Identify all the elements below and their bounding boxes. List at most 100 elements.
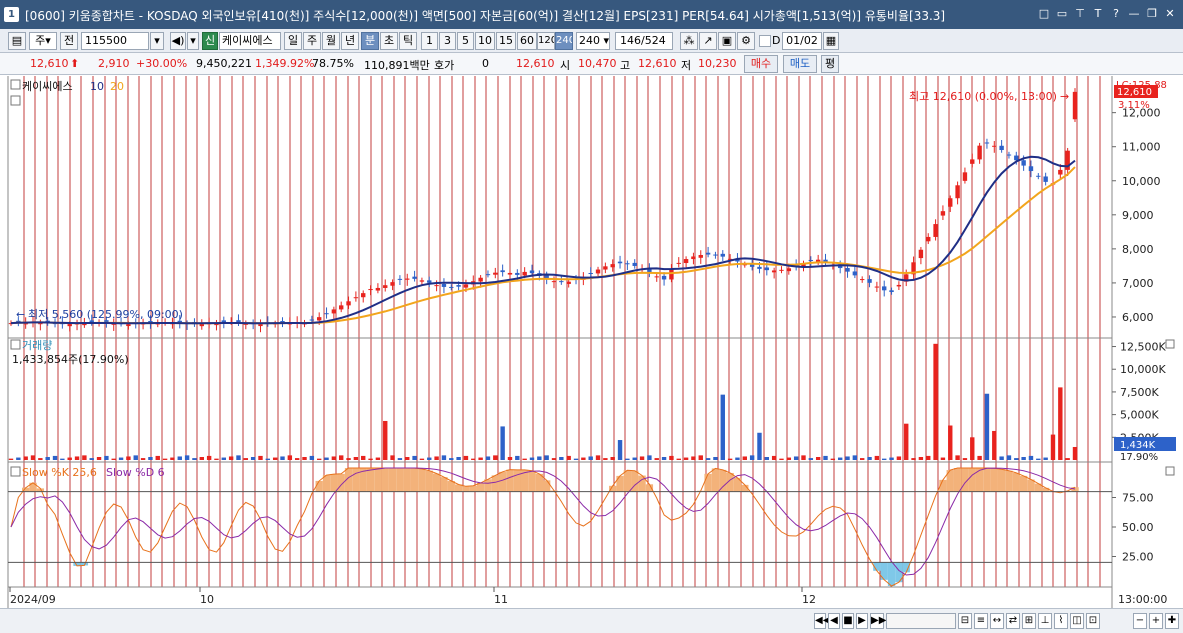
tab-tick[interactable]: 틱 (399, 32, 417, 50)
candle-body (808, 259, 814, 261)
overbought-fill (388, 468, 397, 492)
candle-body (764, 267, 770, 271)
split-icon[interactable]: ▭ (1055, 6, 1069, 22)
volume-bar (331, 456, 337, 460)
pin-icon[interactable]: ⊤ (1073, 6, 1087, 22)
candle-body (500, 270, 505, 273)
y-tick-label: 8,000 (1122, 243, 1154, 256)
volume-bar (52, 455, 58, 460)
crosshair-icon[interactable]: ✚ (1165, 613, 1179, 629)
volume-bar (485, 456, 491, 460)
compare-icon[interactable]: ⇄ (1006, 613, 1020, 629)
volume-bar (67, 457, 72, 460)
lock-icon[interactable]: ⊡ (1086, 613, 1100, 629)
volume-bar (845, 456, 850, 460)
up-arrow-icon: ⬆ (70, 57, 80, 70)
scroll-prev-button[interactable]: ◀ (828, 613, 840, 629)
volume-pane-icon[interactable] (10, 339, 21, 350)
tab-month[interactable]: 월 (322, 32, 340, 50)
tab-minute[interactable]: 분 (361, 32, 379, 50)
calendar-icon[interactable]: ▦ (823, 32, 839, 50)
interval-select[interactable]: 240 ▾ (576, 32, 610, 50)
interval-1[interactable]: 1 (421, 32, 438, 50)
overbought-fill (704, 473, 712, 492)
candle-body (1028, 166, 1034, 172)
all-button[interactable]: 전 (60, 32, 78, 50)
stoch-k-legend: Slow %K 25,6 (22, 466, 97, 479)
tab-year[interactable]: 년 (341, 32, 359, 50)
candle-body (786, 268, 792, 272)
volume-bar (837, 457, 843, 460)
date-input[interactable]: 01/02 (782, 32, 822, 50)
layout-icon[interactable]: ◫ (1070, 613, 1084, 629)
zoom-slider[interactable] (886, 613, 956, 629)
expand-icon[interactable]: ↔ (990, 613, 1004, 629)
candle-body (368, 289, 373, 291)
grid-icon[interactable]: ⁂ (680, 32, 698, 50)
zoom-in-button[interactable]: + (1149, 613, 1163, 629)
fit-icon[interactable]: ⊟ (958, 613, 972, 629)
sell-button[interactable]: 매도 (783, 55, 817, 73)
search-icon[interactable]: ▾ (187, 32, 199, 50)
new-stock-badge[interactable]: 신 (202, 32, 218, 50)
interval-5[interactable]: 5 (457, 32, 474, 50)
volume-bar (984, 393, 990, 460)
interval-120[interactable]: 120 (537, 32, 555, 50)
ruler-icon[interactable]: ⊥ (1038, 613, 1052, 629)
interval-60[interactable]: 60 (517, 32, 537, 50)
stock-code-input[interactable]: 115500 (81, 32, 149, 50)
count-field[interactable]: 146/524 (615, 32, 673, 50)
align-icon[interactable]: ≡ (974, 613, 988, 629)
scroll-last-button[interactable]: ▶▶ (870, 613, 886, 629)
save-icon[interactable]: ▣ (718, 32, 736, 50)
volume-bar (823, 455, 828, 460)
settings-icon[interactable]: ⚙ (737, 32, 755, 50)
chart-svg[interactable]: 12,00011,00010,0009,0008,0007,0006,00012… (0, 76, 1183, 608)
volume-pane-close-icon[interactable] (1165, 339, 1175, 349)
volume-bar (683, 457, 689, 460)
code-dropdown-icon[interactable]: ▾ (150, 32, 164, 50)
candle-body (896, 284, 902, 287)
tab-second[interactable]: 초 (380, 32, 398, 50)
volume-bar (419, 458, 425, 460)
draw-icon[interactable]: ↗ (699, 32, 717, 50)
scroll-first-button[interactable]: ◀◀ (814, 613, 830, 629)
interval-15[interactable]: 15 (496, 32, 516, 50)
chart-menu-icon[interactable]: ▤ (8, 32, 26, 50)
zoom-out-button[interactable]: − (1133, 613, 1147, 629)
layout-icon[interactable]: □ (1037, 6, 1051, 22)
volume-bar (867, 457, 872, 460)
stoch-pane-icon[interactable] (10, 466, 21, 477)
interval-10[interactable]: 10 (475, 32, 495, 50)
volume-bar (742, 456, 747, 460)
period-select[interactable]: 주▾ (29, 32, 57, 50)
sound-icon[interactable]: ◀) (170, 32, 186, 50)
tab-week[interactable]: 주 (303, 32, 321, 50)
interval-240[interactable]: 240 (555, 32, 573, 50)
stoch-pane-close-icon[interactable] (1165, 466, 1175, 476)
chart-area[interactable]: 12,000 11,000 10,000 9,000 8,000 7,000 6,000 12… (0, 76, 1183, 608)
chart-type-icon[interactable]: ⌇ (1054, 613, 1068, 629)
date-checkbox[interactable] (759, 35, 771, 47)
tab-day[interactable]: 일 (284, 32, 302, 50)
pane-settings-icon[interactable] (10, 95, 21, 106)
interval-3[interactable]: 3 (439, 32, 456, 50)
average-button[interactable]: 평 (821, 55, 839, 73)
candle-body (691, 256, 696, 260)
minimize-icon[interactable]: — (1127, 6, 1141, 22)
current-price-tag-text: 12,610 (1117, 87, 1152, 98)
buy-button[interactable]: 매수 (744, 55, 778, 73)
overlay-icon[interactable]: ⊞ (1022, 613, 1036, 629)
overbought-fill (528, 470, 536, 492)
scroll-stop-button[interactable]: ■ (842, 613, 854, 629)
candle-body (1006, 154, 1012, 156)
pane-menu-icon[interactable] (10, 79, 21, 90)
close-icon[interactable]: ✕ (1163, 6, 1177, 22)
maximize-icon[interactable]: ❐ (1145, 6, 1159, 22)
scroll-next-button[interactable]: ▶ (856, 613, 868, 629)
help-icon[interactable]: ? (1109, 6, 1123, 22)
current-pct-label: 3.11% (1118, 100, 1150, 111)
volume-bar (537, 456, 542, 460)
font-icon[interactable]: T (1091, 6, 1105, 22)
y-tick-label: 75.00 (1122, 492, 1154, 505)
